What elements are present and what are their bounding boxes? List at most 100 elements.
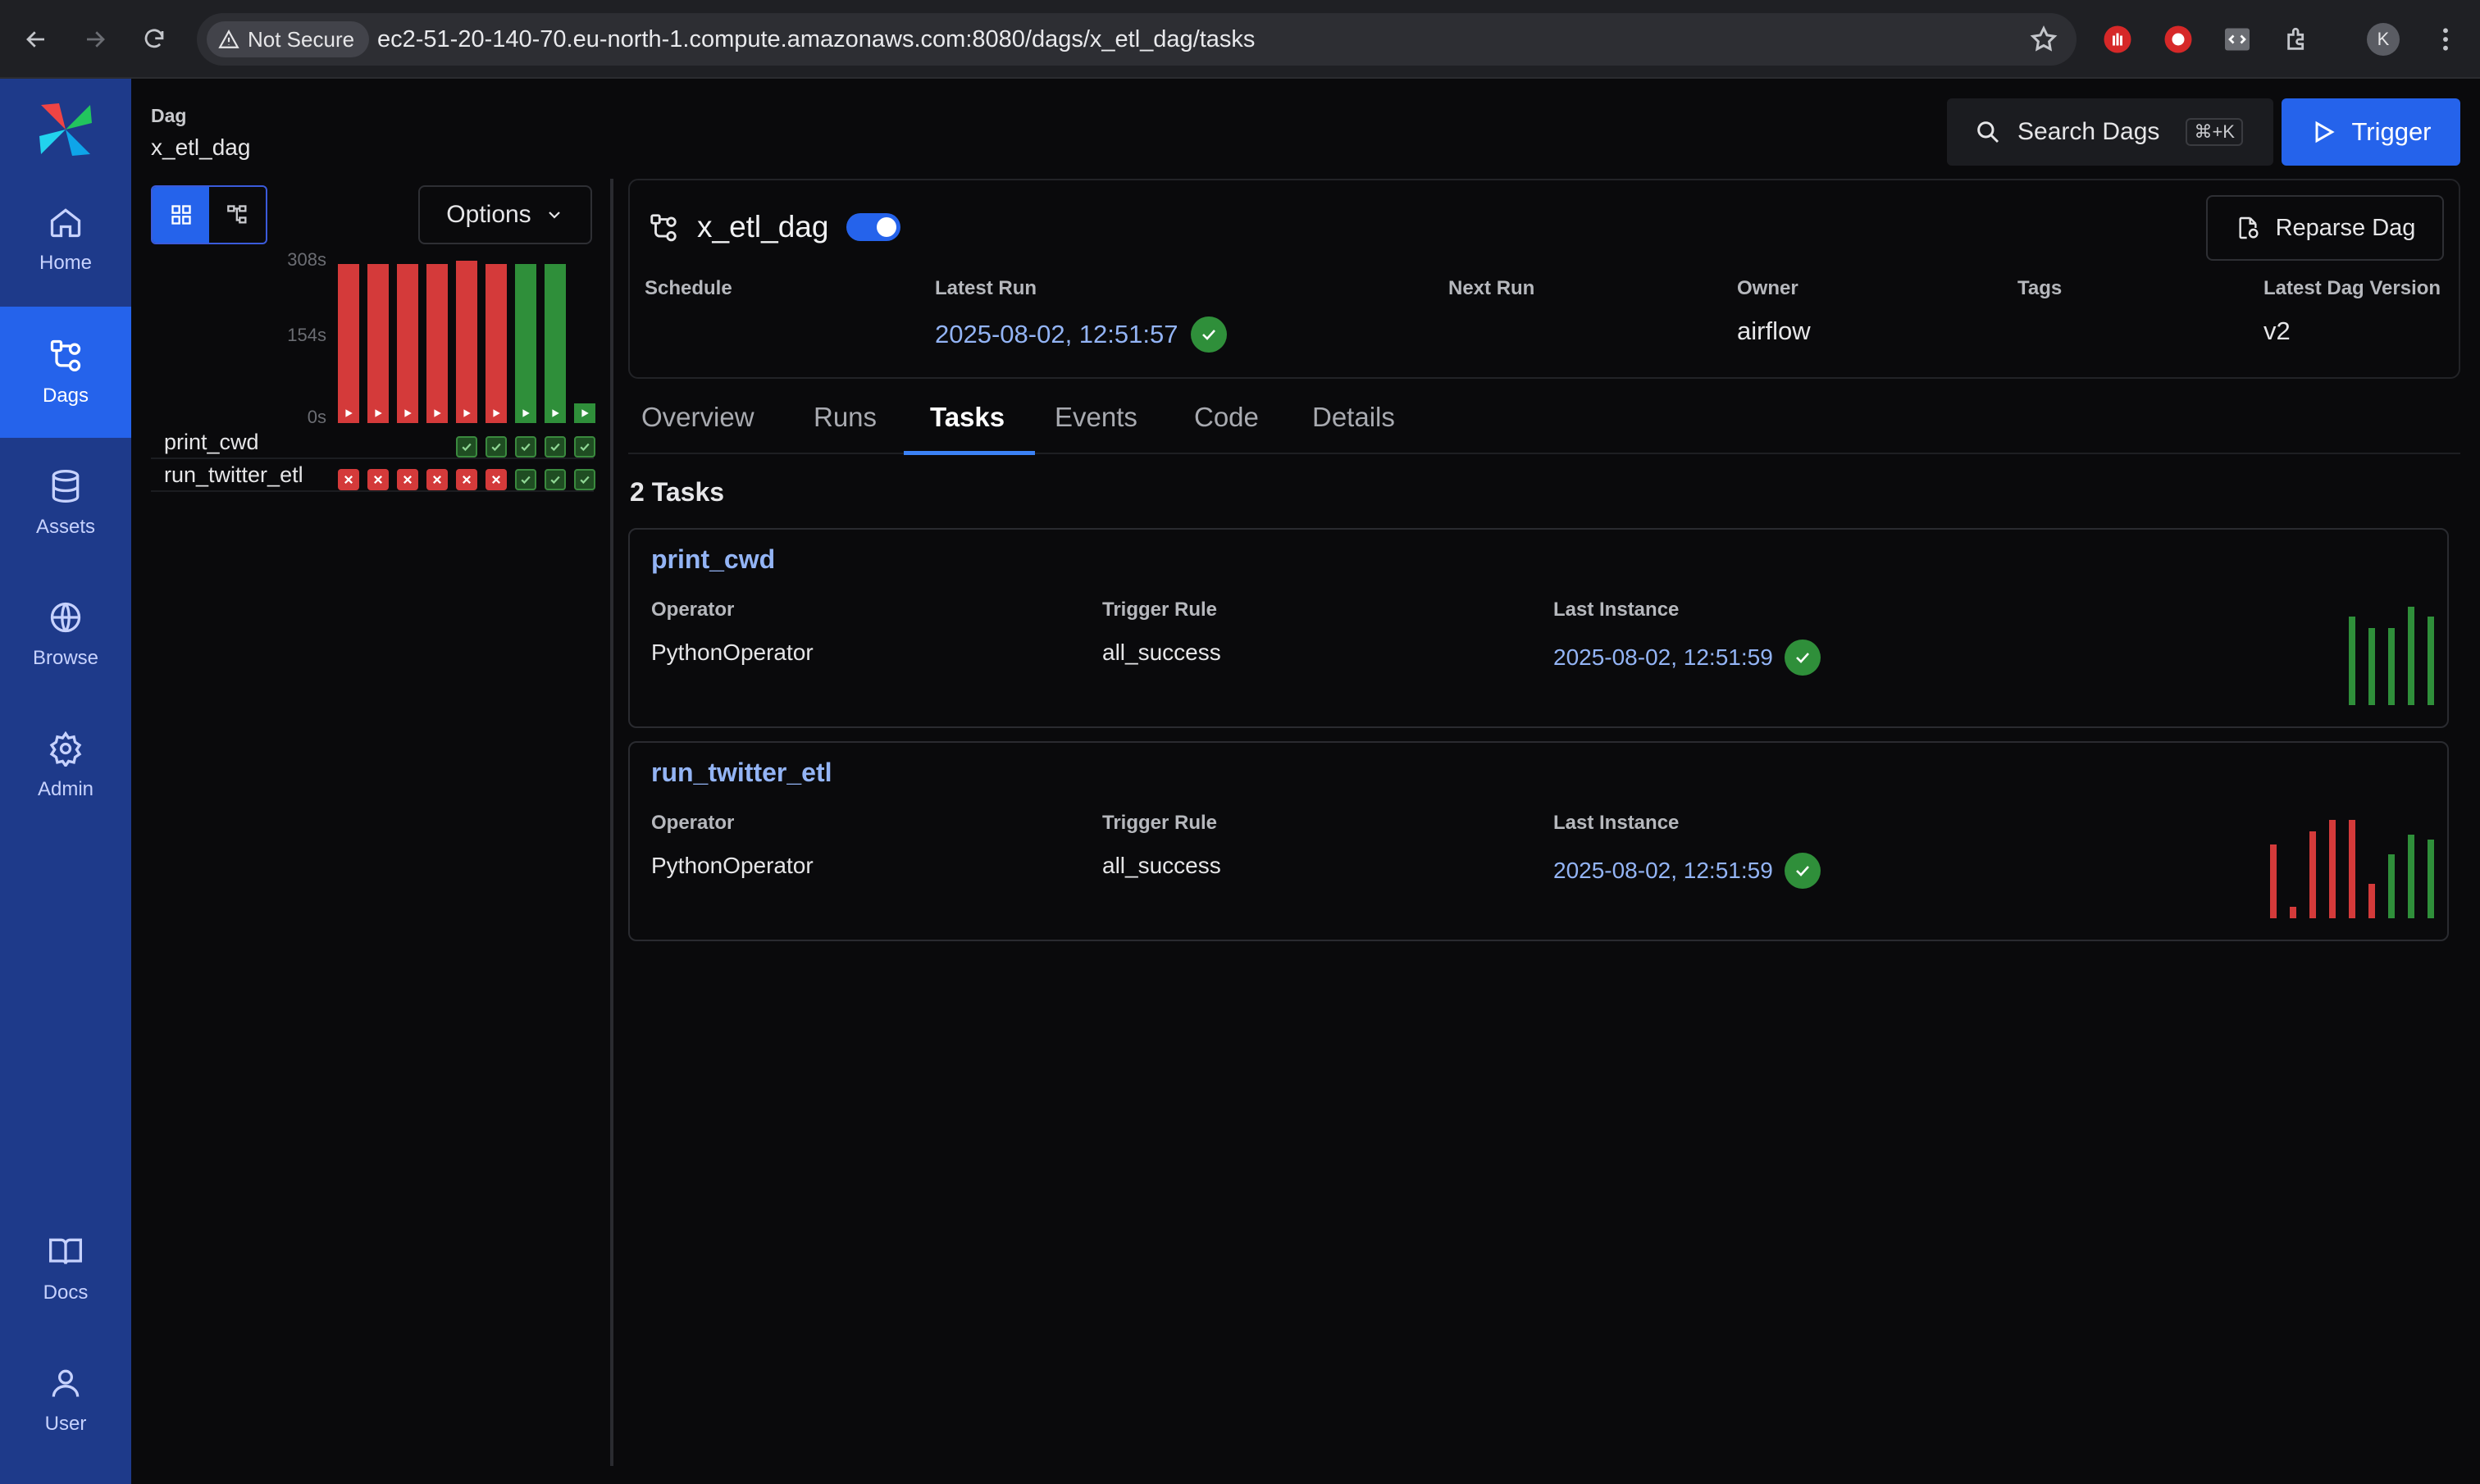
task-instance-cell[interactable] [456,436,477,457]
view-toggle [151,185,267,244]
play-icon [515,403,536,423]
task-history-bar[interactable] [2329,820,2336,918]
task-history-bar[interactable] [2388,628,2395,705]
search-dags-button[interactable]: Search Dags ⌘+K [1947,98,2273,166]
last-instance-date[interactable]: 2025-08-02, 12:51:59 [1553,858,1773,884]
task-history-bar[interactable] [2290,907,2296,918]
sidebar-item-user[interactable]: User [0,1335,131,1466]
sidebar-item-admin[interactable]: Admin [0,700,131,831]
dag-run-bar[interactable] [486,264,507,423]
task-history-bar[interactable] [2368,884,2375,918]
last-instance-value[interactable]: 2025-08-02, 12:51:59 [1553,640,1821,676]
task-history-bar[interactable] [2408,835,2414,918]
play-icon [486,403,507,423]
reparse-dag-button[interactable]: Reparse Dag [2206,195,2444,261]
task-history-bar[interactable] [2368,628,2375,705]
latest-run-date[interactable]: 2025-08-02, 12:51:57 [935,320,1178,349]
url-text[interactable]: ec2-51-20-140-70.eu-north-1.compute.amaz… [377,13,1255,66]
browser-toolbar: Not Secure ec2-51-20-140-70.eu-north-1.c… [0,0,2480,79]
extension-code-icon[interactable] [2221,23,2254,56]
search-icon [1977,121,1999,143]
tab-code[interactable]: Code [1194,402,1259,454]
task-instance-cell[interactable] [515,469,536,490]
reload-icon[interactable] [136,21,172,57]
dag-run-bar[interactable] [367,264,389,423]
tab-overview[interactable]: Overview [641,402,754,454]
security-chip[interactable]: Not Secure [207,21,370,57]
forward-icon[interactable] [77,21,113,57]
address-bar[interactable]: Not Secure ec2-51-20-140-70.eu-north-1.c… [197,13,2077,66]
grid-task-name[interactable]: run_twitter_etl [164,462,303,488]
last-instance-label: Last Instance [1553,812,1680,834]
task-history-bar[interactable] [2349,820,2355,918]
dag-run-bar[interactable] [426,264,448,423]
task-instance-cell[interactable] [367,469,389,490]
task-instance-cell[interactable] [338,469,359,490]
grid-icon [171,205,191,225]
task-instance-cell[interactable] [515,436,536,457]
task-history-bar[interactable] [2309,831,2316,918]
play-icon [545,403,566,423]
grid-view-button[interactable] [153,187,209,243]
profile-avatar[interactable]: K [2367,23,2400,56]
sidebar-item-home[interactable]: Home [0,174,131,305]
task-instance-cell[interactable] [574,469,595,490]
task-history-bar[interactable] [2428,617,2434,705]
panel-resizer[interactable] [610,179,613,1466]
tab-events[interactable]: Events [1055,402,1137,454]
last-instance-date[interactable]: 2025-08-02, 12:51:59 [1553,644,1773,671]
task-instance-cell[interactable] [456,469,477,490]
extension-record-icon[interactable] [2162,23,2195,56]
tab-tasks[interactable]: Tasks [930,402,1005,454]
database-icon [52,470,80,503]
task-instance-cell[interactable] [545,469,566,490]
airflow-logo[interactable] [33,97,98,162]
options-button[interactable]: Options [418,185,592,244]
dag-run-bar[interactable] [456,261,477,423]
task-history-bar[interactable] [2270,844,2277,918]
task-instance-cell[interactable] [486,469,507,490]
pause-toggle[interactable] [846,213,901,241]
dag-run-bar[interactable] [545,264,566,423]
extension-hand-icon[interactable] [2101,23,2134,56]
task-history-bar[interactable] [2349,617,2355,705]
last-instance-value[interactable]: 2025-08-02, 12:51:59 [1553,853,1821,889]
extensions-puzzle-icon[interactable] [2282,23,2314,56]
owner-label: Owner [1737,277,1798,299]
sidebar-item-label: Assets [35,516,96,538]
task-name-link[interactable]: print_cwd [651,544,775,575]
sidebar-item-browse[interactable]: Browse [0,569,131,700]
dag-run-bar[interactable] [574,403,595,423]
task-history-bar[interactable] [2428,840,2434,918]
back-icon[interactable] [18,21,54,57]
latest-run-value[interactable]: 2025-08-02, 12:51:57 [935,316,1228,353]
bookmark-star-icon[interactable] [2029,25,2058,54]
task-instance-cell[interactable] [426,469,448,490]
dag-run-bar[interactable] [338,264,359,423]
axis-label-max: 308s [287,249,326,270]
tab-runs[interactable]: Runs [814,402,877,454]
trigger-button[interactable]: Trigger [2282,98,2460,166]
reparse-label: Reparse Dag [2275,214,2416,241]
sidebar-item-dags[interactable]: Dags [0,307,131,438]
graph-icon [226,205,246,224]
task-name-link[interactable]: run_twitter_etl [651,758,832,788]
task-instance-cell[interactable] [574,436,595,457]
task-history-bar[interactable] [2408,607,2414,705]
task-instance-cell[interactable] [545,436,566,457]
dag-run-bar[interactable] [397,264,418,423]
graph-view-button[interactable] [209,187,266,243]
task-instance-cell[interactable] [397,469,418,490]
dag-run-bar[interactable] [515,264,536,423]
sidebar-item-assets[interactable]: Assets [0,438,131,569]
sidebar-item-docs[interactable]: Docs [0,1204,131,1335]
task-card-print-cwd: print_cwd Operator PythonOperator Trigge… [628,528,2449,728]
owner-value[interactable]: airflow [1737,316,1811,346]
tab-details[interactable]: Details [1312,402,1395,454]
browser-menu-icon[interactable] [2429,23,2462,56]
task-instance-cell[interactable] [486,436,507,457]
task-history-bar[interactable] [2388,854,2395,918]
grid-task-name[interactable]: print_cwd [164,430,259,455]
operator-value: PythonOperator [651,853,814,878]
play-icon [367,403,389,423]
